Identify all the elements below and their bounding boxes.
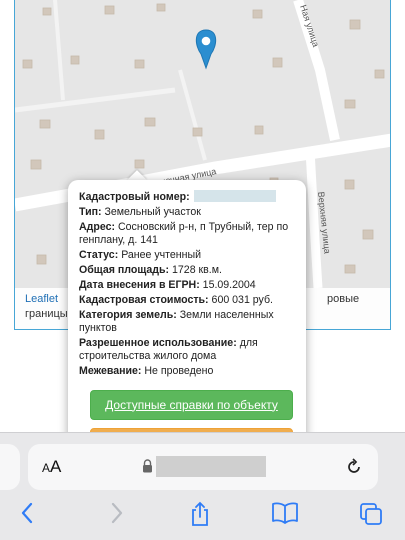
share-icon[interactable] <box>188 501 212 527</box>
attribution-text-left: границы <box>25 308 68 320</box>
row-type: Тип: Земельный участок <box>79 206 201 218</box>
bookmarks-icon[interactable] <box>271 501 299 525</box>
attribution-text-right: ровые <box>327 293 360 305</box>
address-bar[interactable]: AA <box>28 444 378 490</box>
text-size-button[interactable]: AA <box>42 457 61 477</box>
lock-icon <box>143 459 152 473</box>
previous-tab-edge[interactable] <box>0 444 20 490</box>
row-surveying: Межевание: Не проведено <box>79 365 214 377</box>
url-redacted <box>156 456 266 477</box>
tabs-icon[interactable] <box>358 501 384 527</box>
row-land-category: Категория земель: Земли населенных пункт… <box>79 309 274 334</box>
row-cadastral-number: Кадастровый номер: <box>79 190 296 204</box>
screen: { "map": { "street_labels": ["Солнечная … <box>0 0 405 540</box>
row-cadastral-value: Кадастровая стоимость: 600 031 руб. <box>79 294 273 306</box>
row-status: Статус: Ранее учтенный <box>79 249 202 261</box>
chevron-right-icon[interactable] <box>106 501 126 525</box>
browser-toolbar <box>0 495 405 540</box>
browser-bottom-bar: AA <box>0 432 405 540</box>
row-address: Адрес: Сосновский р-н, п Трубный, тер по… <box>79 221 289 246</box>
leaflet-link[interactable]: Leaflet <box>25 293 58 305</box>
reload-icon[interactable] <box>344 457 364 477</box>
row-area: Общая площадь: 1728 кв.м. <box>79 264 222 276</box>
chevron-left-icon[interactable] <box>18 501 38 525</box>
parcel-info-popup: Кадастровый номер: Тип: Земельный участо… <box>68 180 306 470</box>
available-reports-button[interactable]: Доступные справки по объекту <box>90 390 293 420</box>
row-permitted-use: Разрешенное использование: для строитель… <box>79 337 258 362</box>
row-registry-date: Дата внесения в ЕГРН: 15.09.2004 <box>79 279 256 291</box>
redacted-cadastral-number <box>193 190 276 202</box>
